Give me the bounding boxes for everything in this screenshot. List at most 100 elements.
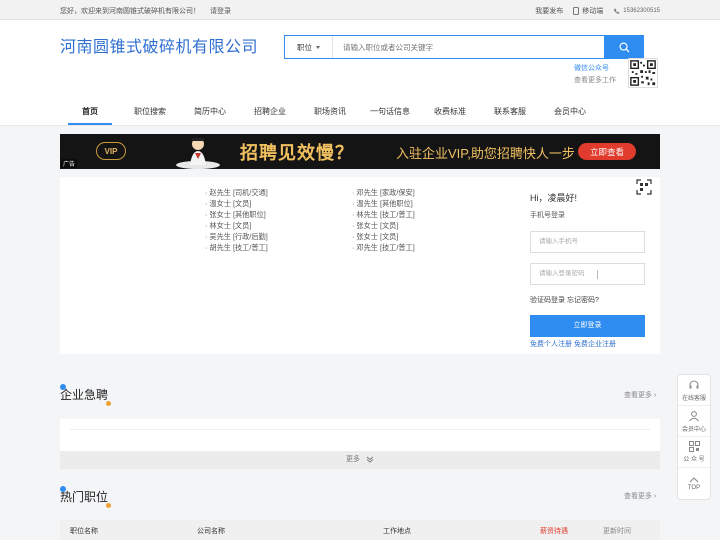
hotline: 15362300515 xyxy=(613,8,660,15)
phone-login-tab[interactable]: 手机号登录 xyxy=(530,210,646,220)
decor-dot-icon xyxy=(60,384,66,390)
banner-slogan: 招聘见效慢？ xyxy=(240,143,354,163)
nav-item-news[interactable]: 职场资讯 xyxy=(300,103,360,125)
back-to-top-label: TOP xyxy=(687,485,701,491)
top-right-links: 我要发布 移动端 15362300515 xyxy=(535,6,660,16)
search-input[interactable] xyxy=(333,36,604,58)
telephone-icon xyxy=(613,8,620,14)
column-company: 公司名称 xyxy=(197,528,225,535)
online-service-label: 在线客服 xyxy=(681,395,706,402)
section-title-hot-label: 热门职位 xyxy=(60,490,109,504)
list-item[interactable]: · 邓先生 [家政/保安] xyxy=(352,187,415,198)
header-divider xyxy=(0,125,720,126)
phone-number-field[interactable]: 请输入手机号 xyxy=(530,231,645,253)
back-to-top-button[interactable]: TOP xyxy=(678,468,710,499)
mobile-label: 移动端 xyxy=(582,8,604,15)
section-title-hot: 热门职位 xyxy=(60,486,112,508)
recent-list-column-1: · 赵先生 [司机/交通] · 温女士 [文员] · 张女士 [其他职位] · … xyxy=(205,187,268,253)
login-links[interactable]: 验证码登录 忘记密码? xyxy=(530,295,646,305)
decor-dot-icon xyxy=(106,401,112,406)
top-bar: 您好，欢迎来到河南圆锥式破碎机有限公司！ 请登录 我要发布 移动端 153623… xyxy=(0,0,720,20)
hotline-number: 15362300515 xyxy=(623,8,660,14)
list-item[interactable]: · 吴先生 [行政/后勤] xyxy=(205,231,268,242)
search-bar: 职位 xyxy=(284,35,644,59)
banner-subtitle: 入驻企业VIP,助您招聘快人一步 xyxy=(396,146,575,161)
nav-item-home[interactable]: 首页 xyxy=(60,103,120,125)
divider xyxy=(70,429,650,430)
qr-icon xyxy=(688,441,700,452)
login-box: Hi，凌晨好! 手机号登录 请输入手机号 请输入登录密码 验证码登录 忘记密码?… xyxy=(530,187,646,349)
double-chevron-down-icon xyxy=(366,456,374,463)
nav-item-resume-center[interactable]: 简历中心 xyxy=(180,103,240,125)
password-placeholder: 请输入登录密码 xyxy=(539,270,585,277)
member-center-button[interactable]: 会员中心 xyxy=(678,406,710,437)
online-service-button[interactable]: 在线客服 xyxy=(678,375,710,406)
nav-item-job-search[interactable]: 职位搜索 xyxy=(120,103,180,125)
chevron-down-icon xyxy=(316,45,320,49)
jobs-table-header: 职位名称 公司名称 工作地点 薪资待遇 更新时间 xyxy=(60,520,660,540)
list-item[interactable]: · 温女士 [文员] xyxy=(205,198,268,209)
urgent-more-link[interactable]: 查看更多 › xyxy=(624,390,656,400)
column-salary: 薪资待遇 xyxy=(540,528,568,535)
vip-badge: VIP xyxy=(96,142,126,160)
chevron-up-icon xyxy=(689,477,699,483)
list-item[interactable]: · 林女士 [文员] xyxy=(205,220,268,231)
register-links[interactable]: 免费个人注册 免费企业注册 xyxy=(530,339,646,349)
site-name[interactable]: 河南圆锥式破碎机有限公司 xyxy=(60,33,258,57)
password-field[interactable]: 请输入登录密码 xyxy=(530,263,645,285)
login-link[interactable]: 请登录 xyxy=(210,8,231,15)
load-more-label: 更多 xyxy=(346,456,361,463)
header: 河南圆锥式破碎机有限公司 职位 微信公众号 查看更多工作 首页 职位搜索 简历中… xyxy=(0,20,720,125)
phone-icon xyxy=(573,7,580,15)
wechat-label[interactable]: 微信公众号 xyxy=(574,63,616,75)
welcome-text: 您好，欢迎来到河南圆锥式破碎机有限公司！ xyxy=(60,8,200,15)
wechat-info: 微信公众号 查看更多工作 xyxy=(574,63,616,87)
mobile-link[interactable]: 移动端 xyxy=(573,6,603,16)
post-link[interactable]: 我要发布 xyxy=(535,6,563,16)
floating-toolbar: 在线客服 会员中心 公 众 号 TOP xyxy=(677,374,711,500)
recent-list-column-2: · 邓先生 [家政/保安] · 温先生 [其他职位] · 林先生 [技工/普工]… xyxy=(352,187,415,253)
cursor-caret xyxy=(597,270,598,279)
mascot-illustration xyxy=(176,138,220,169)
load-more-button[interactable]: 更多 xyxy=(60,451,660,469)
public-account-label: 公 众 号 xyxy=(683,457,705,463)
list-item[interactable]: · 邓先生 [技工/普工] xyxy=(352,242,415,253)
list-item[interactable]: · 温先生 [其他职位] xyxy=(352,198,415,209)
nav-item-companies[interactable]: 招聘企业 xyxy=(240,103,300,125)
section-title-urgent-label: 企业急聘 xyxy=(60,388,109,402)
list-item[interactable]: · 胡先生 [技工/普工] xyxy=(205,242,268,253)
list-item[interactable]: · 林先生 [技工/普工] xyxy=(352,209,415,220)
section-title-urgent: 企业急聘 xyxy=(60,384,112,406)
public-account-button[interactable]: 公 众 号 xyxy=(678,437,710,468)
hot-more-link[interactable]: 查看更多 › xyxy=(624,491,656,501)
column-location: 工作地点 xyxy=(383,528,411,535)
login-greeting: Hi，凌晨好! xyxy=(530,193,577,203)
search-icon xyxy=(619,42,630,53)
more-jobs-link[interactable]: 查看更多工作 xyxy=(574,75,616,87)
main-nav: 首页 职位搜索 简历中心 招聘企业 职场资讯 一句话信息 收费标准 联系客服 会… xyxy=(60,103,600,125)
user-icon xyxy=(689,410,699,421)
ad-tag: 广告 xyxy=(61,159,78,168)
column-job: 职位名称 xyxy=(70,528,98,535)
decor-dot-icon xyxy=(106,503,112,508)
welcome-area: 您好，欢迎来到河南圆锥式破碎机有限公司！ 请登录 xyxy=(60,6,231,16)
nav-item-member[interactable]: 会员中心 xyxy=(540,103,600,125)
list-item[interactable]: · 张女士 [文员] xyxy=(352,220,415,231)
decor-dot-icon xyxy=(60,486,66,492)
search-button[interactable] xyxy=(604,35,644,59)
search-category-select[interactable]: 职位 xyxy=(285,36,333,58)
member-center-label: 会员中心 xyxy=(681,426,706,433)
list-item[interactable]: · 张女士 [其他职位] xyxy=(205,209,268,220)
headset-icon xyxy=(689,380,699,388)
nav-item-contact[interactable]: 联系客服 xyxy=(480,103,540,125)
info-panel: · 赵先生 [司机/交通] · 温女士 [文员] · 张女士 [其他职位] · … xyxy=(60,177,660,354)
nav-item-one-line-info[interactable]: 一句话信息 xyxy=(360,103,420,125)
banner-cta-button[interactable]: 立即查看 xyxy=(578,143,636,160)
list-item[interactable]: · 张女士 [文员] xyxy=(352,231,415,242)
login-submit-button[interactable]: 立即登录 xyxy=(530,315,645,337)
vip-banner[interactable]: VIP 招聘见效慢？ 入驻企业VIP,助您招聘快人一步 立即查看 广告 xyxy=(60,134,660,169)
qr-code-icon xyxy=(628,58,658,88)
search-category-label: 职位 xyxy=(297,42,312,52)
nav-item-pricing[interactable]: 收费标准 xyxy=(420,103,480,125)
list-item[interactable]: · 赵先生 [司机/交通] xyxy=(205,187,268,198)
